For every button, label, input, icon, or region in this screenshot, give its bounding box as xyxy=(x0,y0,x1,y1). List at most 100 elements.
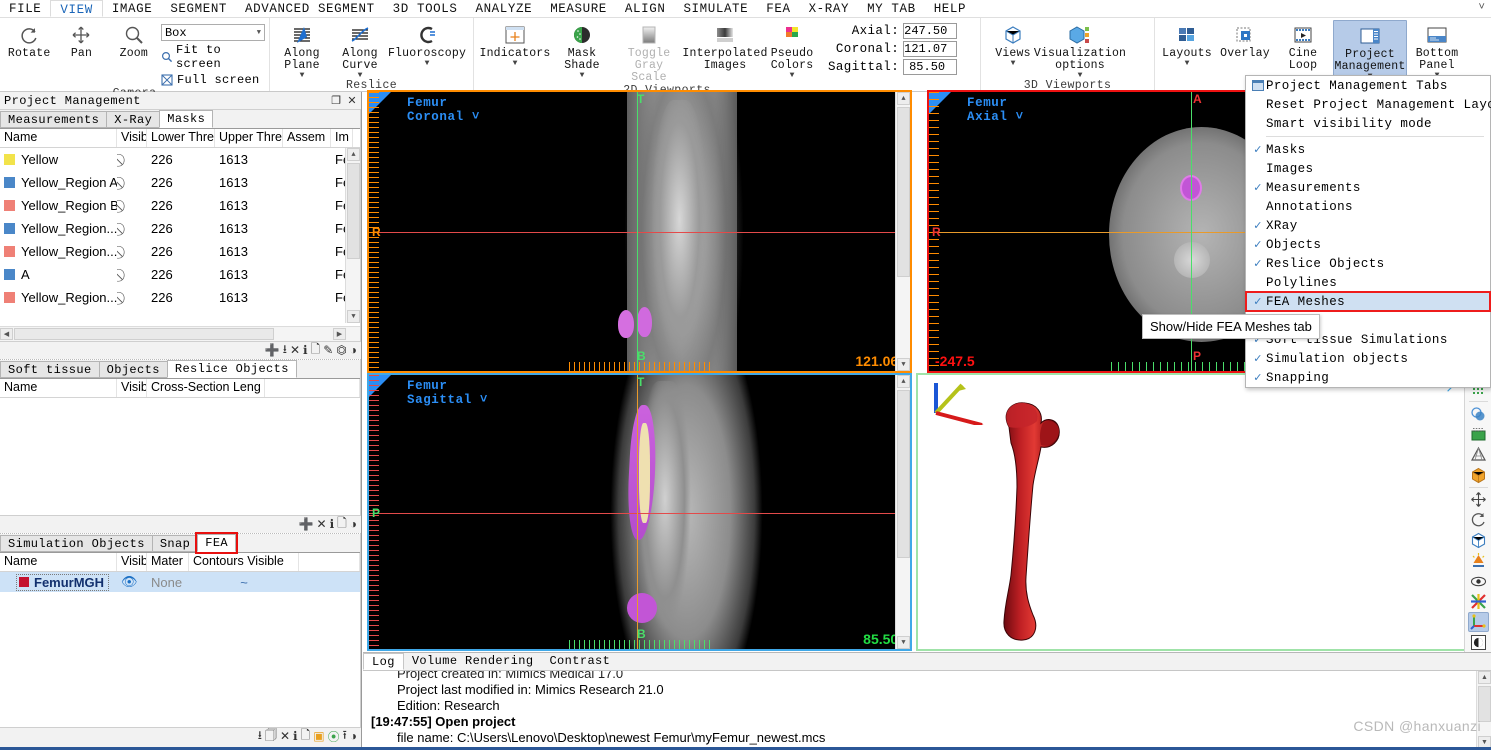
chevron-down-icon[interactable]: ▼ xyxy=(580,72,585,80)
contrast-icon[interactable] xyxy=(1468,633,1489,652)
menu-item-measure[interactable]: MEASURE xyxy=(541,0,616,17)
log-content[interactable]: Project created in: Mimics Medical 17.0 … xyxy=(363,671,1491,749)
info-icon[interactable]: ℹ xyxy=(293,729,298,744)
material-value[interactable]: None xyxy=(147,575,189,590)
info-icon[interactable]: ℹ xyxy=(330,517,335,532)
table-row[interactable]: Yellow_Region... ⃠ 226 1613 Fe xyxy=(0,217,360,240)
tab-snap[interactable]: Snap xyxy=(151,535,199,552)
col-lower-threshold[interactable]: Lower Thre xyxy=(147,129,215,147)
viewport-coronal[interactable]: Femur Coronal ˅ ↗ T B R L 121.068 ▲ ▼ xyxy=(367,90,912,373)
copy-icon[interactable]: 🗍 xyxy=(265,726,277,747)
col-assembly[interactable]: Assem xyxy=(283,129,331,147)
coronal-spinner[interactable]: Coronal: 121.07 xyxy=(828,41,958,57)
sagittal-spinner[interactable]: Sagittal: 85.50 xyxy=(828,59,958,75)
light-icon[interactable] xyxy=(1468,551,1489,570)
scroll-left-arrow[interactable]: ◀ xyxy=(0,328,13,340)
wrap-icon[interactable] xyxy=(1468,465,1489,484)
viewport-orientation[interactable]: Sagittal xyxy=(407,393,472,407)
femur-3d-model[interactable] xyxy=(973,397,1103,649)
chevron-down-icon[interactable]: ▼ xyxy=(300,72,305,80)
axial-spinner[interactable]: Axial: 247.50 xyxy=(828,23,958,39)
menu-item-measurements[interactable]: ✓ Measurements xyxy=(1246,178,1490,197)
scroll-up-arrow[interactable]: ▲ xyxy=(897,92,910,105)
close-icon[interactable]: ✕ xyxy=(347,94,357,108)
menu-item-reslice-objects[interactable]: ✓ Reslice Objects xyxy=(1246,254,1490,273)
indicators-button[interactable]: Indicators ▼ xyxy=(478,20,552,68)
tab-fea[interactable]: FEA xyxy=(195,532,239,554)
pan-3d-icon[interactable] xyxy=(1468,490,1489,509)
delete-icon[interactable]: ✕ xyxy=(290,343,300,358)
menu-item-images[interactable]: Images xyxy=(1246,159,1490,178)
mesh-icon[interactable]: ▣ xyxy=(313,729,324,744)
calculate-3d-icon[interactable]: ⏣ xyxy=(336,343,346,358)
col-cross-section-length[interactable]: Cross-Section Leng xyxy=(147,379,265,397)
sagittal-value[interactable]: 85.50 xyxy=(903,59,958,75)
mask-shade-button[interactable]: Mask Shade ▼ xyxy=(554,20,610,80)
visibility-toggle[interactable]: ⃠ xyxy=(117,198,147,214)
interpolated-images-button[interactable]: Interpolated Images xyxy=(682,20,767,72)
coronal-slice-scrollbar[interactable]: ▲ ▼ xyxy=(895,92,910,371)
masks-vertical-scrollbar[interactable]: ▲ ▼ xyxy=(345,148,360,323)
menu-item-xray[interactable]: ✓ XRay xyxy=(1246,216,1490,235)
scroll-down-arrow[interactable]: ▼ xyxy=(897,636,910,649)
scroll-thumb[interactable] xyxy=(1478,686,1491,722)
menu-item-smart-visibility-mode[interactable]: Smart visibility mode xyxy=(1246,114,1490,133)
plus-icon[interactable]: ➕ xyxy=(265,343,280,358)
menu-item-analyze[interactable]: ANALYZE xyxy=(466,0,541,17)
cine-loop-button[interactable]: Cine Loop xyxy=(1275,20,1331,72)
viewport-sagittal[interactable]: Femur Sagittal ˅ ↗ T B P A 85.500 ▲ ▼ xyxy=(367,373,912,651)
col-contours-visible[interactable]: Contours Visible xyxy=(189,553,299,571)
scroll-down-arrow[interactable]: ▼ xyxy=(897,358,910,371)
table-row[interactable]: A ⃠ 226 1613 Fe xyxy=(0,263,360,286)
chevron-down-icon[interactable]: ▼ xyxy=(425,60,430,68)
more-icon[interactable]: ◑ xyxy=(350,344,357,358)
menu-item-view[interactable]: VIEW xyxy=(50,0,103,17)
visibility-toggle[interactable]: ⃠ xyxy=(117,267,147,283)
tab-contrast[interactable]: Contrast xyxy=(541,653,618,670)
viewport-orientation[interactable]: Axial xyxy=(967,110,1008,124)
chevron-down-icon[interactable]: ˅ xyxy=(480,393,488,407)
plus-icon[interactable]: ➕ xyxy=(299,517,314,532)
col-visible[interactable]: Visib xyxy=(117,129,147,147)
pseudo-colors-button[interactable]: Pseudo Colors ▼ xyxy=(764,20,820,80)
tab-volume-rendering[interactable]: Volume Rendering xyxy=(404,653,542,670)
pan-button[interactable]: Pan xyxy=(56,20,106,60)
tab-objects[interactable]: Objects xyxy=(98,361,168,378)
chevron-down-icon[interactable]: ▼ xyxy=(513,60,518,68)
menu-item-simulation-objects[interactable]: ✓ Simulation objects xyxy=(1246,349,1490,368)
more-icon[interactable]: ◑ xyxy=(350,518,357,532)
chevron-down-icon[interactable]: ˅ xyxy=(1016,110,1024,124)
triangle-reduce-icon[interactable] xyxy=(1468,445,1489,464)
import-icon[interactable]: ⭳ xyxy=(258,726,262,747)
tab-reslice-objects[interactable]: Reslice Objects xyxy=(166,360,297,378)
delete-icon[interactable]: ✕ xyxy=(280,729,290,744)
masks-horizontal-scrollbar[interactable]: ◀ ▶ xyxy=(0,326,360,341)
menu-item-help[interactable]: HELP xyxy=(925,0,975,17)
camera-mode-select[interactable]: Box ▼ xyxy=(160,24,265,41)
menu-item-image[interactable]: IMAGE xyxy=(103,0,162,17)
tab-simulation-objects[interactable]: Simulation Objects xyxy=(0,535,153,552)
table-row[interactable]: Yellow_Region B ⃠ 226 1613 Fe xyxy=(0,194,360,217)
undock-icon[interactable]: ❐ xyxy=(331,94,341,108)
menu-item-masks[interactable]: ✓ Masks xyxy=(1246,140,1490,159)
crosshair-vertical[interactable] xyxy=(637,375,638,649)
scroll-thumb[interactable] xyxy=(897,107,910,277)
menu-item-align[interactable]: ALIGN xyxy=(616,0,675,17)
col-im[interactable]: Im xyxy=(331,129,353,147)
visibility-toggle[interactable]: ⃠ xyxy=(117,152,147,168)
chevron-down-icon[interactable]: ▼ xyxy=(1185,60,1190,68)
fluoroscopy-button[interactable]: Fluoroscopy ▼ xyxy=(388,20,466,68)
layouts-button[interactable]: Layouts ▼ xyxy=(1159,20,1215,68)
info-icon[interactable]: ℹ xyxy=(303,343,308,358)
visibility-toggle[interactable]: ⃠ xyxy=(117,290,147,306)
visibility-toggle[interactable]: 👁 xyxy=(117,574,147,590)
scroll-thumb[interactable] xyxy=(14,328,274,340)
tab-log[interactable]: Log xyxy=(363,653,404,670)
duplicate-icon[interactable]: 🗋 xyxy=(337,514,347,535)
zoom-button[interactable]: Zoom xyxy=(109,20,159,60)
menu-item-fea-meshes[interactable]: ✓ FEA Meshes xyxy=(1245,291,1491,312)
crosshair-vertical[interactable] xyxy=(637,92,638,371)
more-icon[interactable]: ◑ xyxy=(350,730,357,744)
col-upper-threshold[interactable]: Upper Thre xyxy=(215,129,283,147)
full-screen-button[interactable]: Full screen xyxy=(161,73,265,87)
